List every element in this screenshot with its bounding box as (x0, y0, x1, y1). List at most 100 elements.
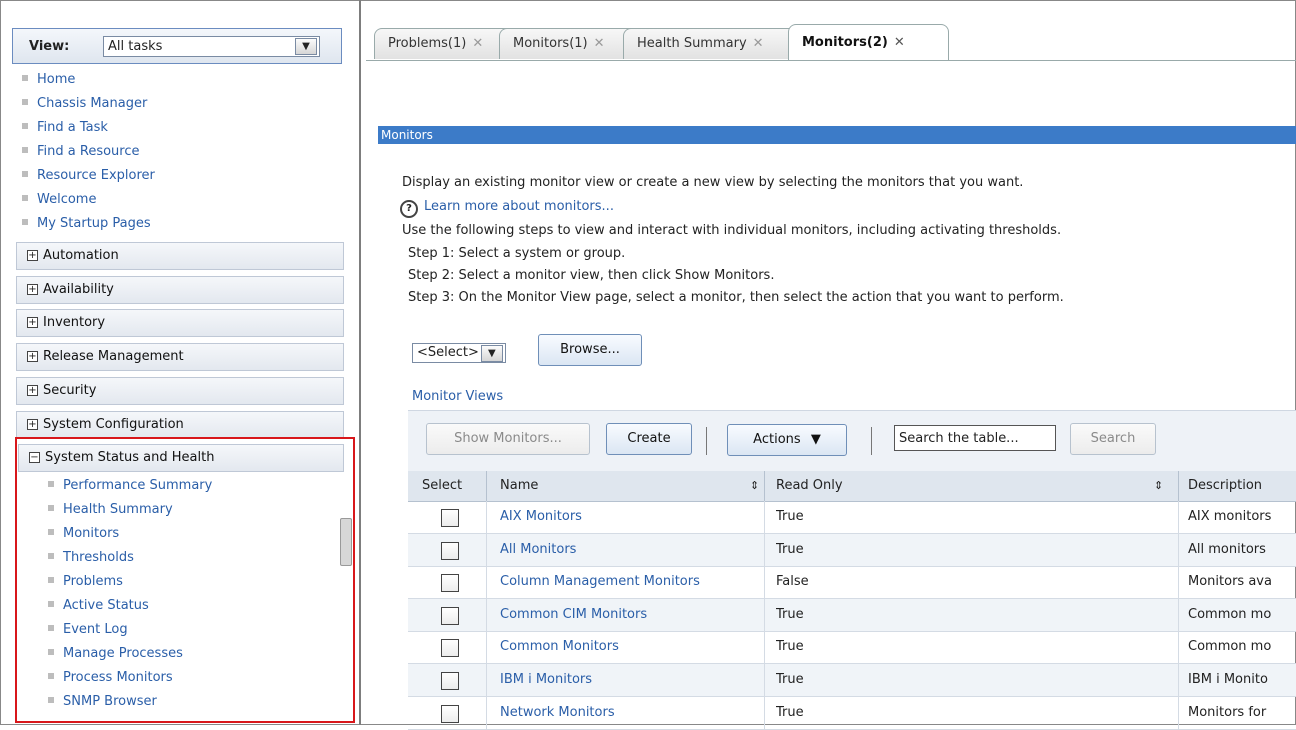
row-name-link[interactable]: Network Monitors (500, 697, 760, 729)
tab-monitors-2[interactable]: Monitors(2) ✕ (788, 24, 949, 61)
bullet-icon (22, 123, 28, 129)
nav-link-label[interactable]: Problems (63, 574, 123, 589)
nav-link-label[interactable]: Event Log (63, 622, 128, 637)
nav-link-performance-summary[interactable]: Performance Summary (48, 478, 212, 502)
row-description: Common mo (1188, 606, 1272, 622)
bullet-icon (48, 481, 54, 487)
row-checkbox[interactable] (441, 509, 459, 527)
nav-link-label[interactable]: Welcome (37, 192, 96, 207)
show-monitors-button[interactable]: Show Monitors... (426, 423, 590, 455)
chevron-down-icon[interactable]: ▼ (295, 38, 317, 55)
expand-icon[interactable]: + (27, 284, 38, 295)
nav-link-label[interactable]: Find a Resource (37, 144, 139, 159)
expand-icon[interactable]: + (27, 250, 38, 261)
chevron-down-icon[interactable]: ▼ (480, 345, 503, 362)
nav-link-thresholds[interactable]: Thresholds (48, 550, 212, 574)
nav-link-manage-processes[interactable]: Manage Processes (48, 646, 212, 670)
search-button[interactable]: Search (1070, 423, 1156, 455)
collapse-icon[interactable]: − (29, 452, 40, 463)
nav-link-label[interactable]: Active Status (63, 598, 149, 613)
bullet-icon (22, 147, 28, 153)
search-input[interactable]: Search the table... (894, 425, 1056, 451)
nav-link-resource-explorer[interactable]: Resource Explorer (22, 168, 155, 192)
close-icon[interactable]: ✕ (894, 35, 905, 50)
nav-link-label[interactable]: Resource Explorer (37, 168, 155, 183)
row-checkbox[interactable] (441, 541, 459, 560)
nav-group-release-management[interactable]: + Release Management (16, 343, 344, 371)
close-icon[interactable]: ✕ (594, 36, 605, 51)
row-name-link[interactable]: IBM i Monitors (500, 664, 760, 696)
table-row[interactable]: AIX Monitors True AIX monitors (408, 501, 1296, 534)
nav-link-label[interactable]: Health Summary (63, 502, 173, 517)
nav-link-find-a-task[interactable]: Find a Task (22, 120, 155, 144)
nav-link-label[interactable]: Manage Processes (63, 646, 183, 661)
row-name-link[interactable]: All Monitors (500, 534, 760, 566)
nav-link-label[interactable]: Thresholds (63, 550, 134, 565)
row-name-link[interactable]: AIX Monitors (500, 501, 760, 533)
learn-more-link[interactable]: Learn more about monitors... (424, 199, 614, 214)
browse-button[interactable]: Browse... (538, 334, 642, 366)
nav-link-label[interactable]: Chassis Manager (37, 96, 147, 111)
nav-link-active-status[interactable]: Active Status (48, 598, 212, 622)
row-checkbox[interactable] (441, 672, 459, 690)
nav-link-event-log[interactable]: Event Log (48, 622, 212, 646)
create-button[interactable]: Create (606, 423, 692, 455)
sort-icon[interactable]: ⇕ (1154, 471, 1163, 501)
nav-link-find-a-resource[interactable]: Find a Resource (22, 144, 155, 168)
column-header-read-only[interactable]: Read Only (776, 471, 843, 501)
expand-icon[interactable]: + (27, 385, 38, 396)
row-name-link[interactable]: Common CIM Monitors (500, 599, 760, 631)
expand-icon[interactable]: + (27, 419, 38, 430)
tab-problems-1[interactable]: Problems(1) ✕ (374, 28, 519, 59)
nav-link-health-summary[interactable]: Health Summary (48, 502, 212, 526)
nav-link-label[interactable]: Process Monitors (63, 670, 173, 685)
row-checkbox[interactable] (441, 639, 459, 658)
nav-group-security[interactable]: + Security (16, 377, 344, 405)
nav-link-label[interactable]: SNMP Browser (63, 694, 157, 709)
nav-link-snmp-browser[interactable]: SNMP Browser (48, 694, 212, 718)
panel-divider[interactable] (359, 0, 361, 725)
nav-link-welcome[interactable]: Welcome (22, 192, 155, 216)
nav-link-label[interactable]: Home (37, 72, 75, 87)
nav-group-inventory[interactable]: + Inventory (16, 309, 344, 337)
row-checkbox[interactable] (441, 606, 459, 625)
view-select[interactable]: All tasks ▼ (103, 36, 320, 57)
nav-group-automation[interactable]: + Automation (16, 242, 344, 270)
nav-link-label[interactable]: Find a Task (37, 120, 108, 135)
column-header-description[interactable]: Description (1188, 471, 1262, 501)
nav-group-system-configuration[interactable]: + System Configuration (16, 411, 344, 439)
nav-link-my-startup-pages[interactable]: My Startup Pages (22, 216, 155, 240)
nav-link-label[interactable]: My Startup Pages (37, 216, 151, 231)
tab-health-summary[interactable]: Health Summary ✕ (623, 28, 806, 59)
sort-icon[interactable]: ⇕ (750, 471, 759, 501)
nav-link-monitors[interactable]: Monitors (48, 526, 212, 550)
table-row[interactable]: Column Management Monitors False Monitors … (408, 566, 1296, 600)
nav-group-availability[interactable]: + Availability (16, 276, 344, 304)
close-icon[interactable]: ✕ (753, 36, 764, 51)
row-checkbox[interactable] (441, 574, 459, 593)
tab-monitors-1[interactable]: Monitors(1) ✕ (499, 28, 642, 59)
nav-link-problems[interactable]: Problems (48, 574, 212, 598)
nav-link-label[interactable]: Performance Summary (63, 478, 212, 493)
table-row[interactable]: All Monitors True All monitors (408, 533, 1296, 567)
learn-more[interactable]: ? Learn more about monitors... (400, 195, 1061, 219)
system-select[interactable]: <Select> ▼ (412, 343, 506, 363)
actions-label: Actions (753, 432, 801, 447)
nav-link-label[interactable]: Monitors (63, 526, 119, 541)
expand-icon[interactable]: + (27, 317, 38, 328)
table-row[interactable]: IBM i Monitors True IBM i Monito (408, 664, 1296, 697)
table-row[interactable]: Common CIM Monitors True Common mo (408, 598, 1296, 632)
table-row[interactable]: Common Monitors True Common mo (408, 631, 1296, 665)
nav-group-system-status-and-health[interactable]: − System Status and Health (18, 444, 344, 472)
column-header-name[interactable]: Name (500, 471, 538, 501)
nav-link-process-monitors[interactable]: Process Monitors (48, 670, 212, 694)
nav-link-home[interactable]: Home (22, 72, 155, 96)
row-name-link[interactable]: Common Monitors (500, 631, 760, 663)
actions-button[interactable]: Actions ▼ (727, 424, 847, 456)
row-name-link[interactable]: Column Management Monitors (500, 566, 760, 598)
row-checkbox[interactable] (441, 704, 459, 723)
nav-link-chassis-manager[interactable]: Chassis Manager (22, 96, 155, 120)
splitter-handle[interactable] (340, 518, 352, 566)
expand-icon[interactable]: + (27, 351, 38, 362)
close-icon[interactable]: ✕ (472, 36, 483, 51)
